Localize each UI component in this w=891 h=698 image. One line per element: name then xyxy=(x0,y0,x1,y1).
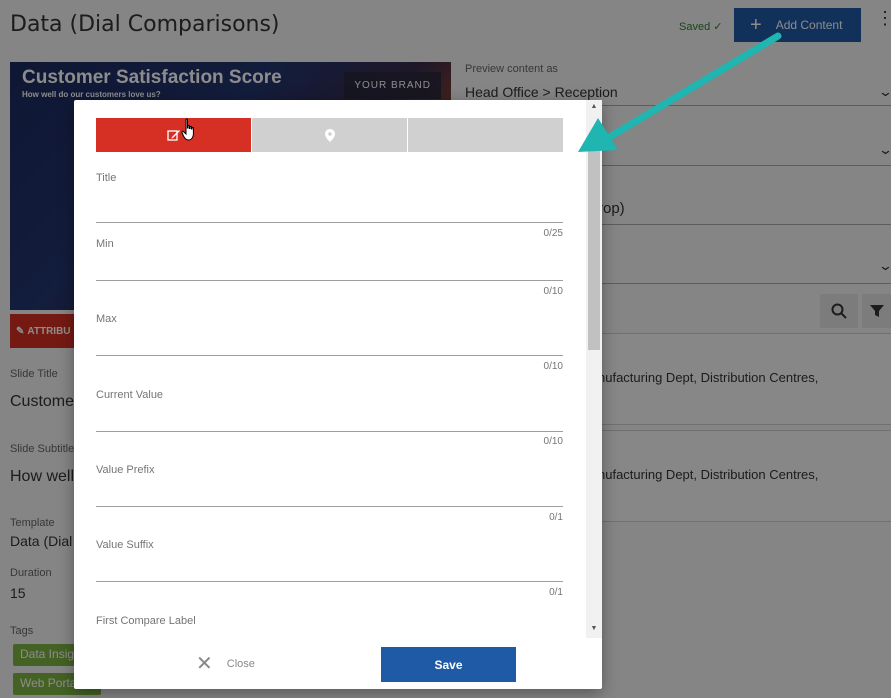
current-value-input[interactable] xyxy=(96,410,563,432)
scroll-down-icon[interactable]: ▼ xyxy=(590,625,598,632)
char-counter: 0/1 xyxy=(549,587,563,598)
close-label: Close xyxy=(226,658,255,670)
title-field-label: Title xyxy=(96,172,117,184)
dialog-scrollbar[interactable]: ▲ ▼ xyxy=(586,100,602,638)
dial-settings-dialog: Title 0/25 Min 0/10 Max 0/10 Current Val… xyxy=(74,100,602,689)
value-prefix-field: Value Prefix 0/1 xyxy=(96,464,563,526)
value-prefix-field-label: Value Prefix xyxy=(96,464,155,476)
min-field-label: Min xyxy=(96,238,114,250)
map-pin-icon xyxy=(324,128,335,142)
first-compare-label-field: First Compare Label xyxy=(96,615,563,635)
current-value-field: Current Value 0/10 xyxy=(96,389,563,451)
value-prefix-input[interactable] xyxy=(96,485,563,507)
title-field: Title 0/25 xyxy=(96,172,563,239)
tab-edit[interactable] xyxy=(96,118,251,152)
max-input[interactable] xyxy=(96,334,563,356)
dialog-footer: ✕ Close Save xyxy=(74,638,602,689)
scrollbar-thumb[interactable] xyxy=(588,150,600,350)
max-field: Max 0/10 xyxy=(96,313,563,375)
tab-location[interactable] xyxy=(252,118,407,152)
tab-other[interactable] xyxy=(408,118,563,152)
current-value-field-label: Current Value xyxy=(96,389,164,401)
first-compare-label-field-label: First Compare Label xyxy=(96,615,196,627)
hand-cursor-icon xyxy=(181,118,194,141)
save-button[interactable]: Save xyxy=(381,647,516,682)
title-input[interactable] xyxy=(96,201,563,223)
value-suffix-field: Value Suffix 0/1 xyxy=(96,539,563,601)
char-counter: 0/10 xyxy=(543,436,563,447)
char-counter: 0/10 xyxy=(543,361,563,372)
value-suffix-field-label: Value Suffix xyxy=(96,539,154,551)
max-field-label: Max xyxy=(96,313,117,325)
min-input[interactable] xyxy=(96,259,563,281)
dialog-body: Title 0/25 Min 0/10 Max 0/10 Current Val… xyxy=(74,100,586,638)
char-counter: 0/10 xyxy=(543,286,563,297)
close-icon: ✕ xyxy=(196,653,213,675)
close-button[interactable]: ✕ Close xyxy=(196,649,255,679)
edit-icon xyxy=(166,130,180,141)
min-field: Min 0/10 xyxy=(96,238,563,300)
scroll-up-icon[interactable]: ▲ xyxy=(590,103,598,110)
char-counter: 0/1 xyxy=(549,512,563,523)
dialog-tabs xyxy=(96,118,563,152)
value-suffix-input[interactable] xyxy=(96,560,563,582)
